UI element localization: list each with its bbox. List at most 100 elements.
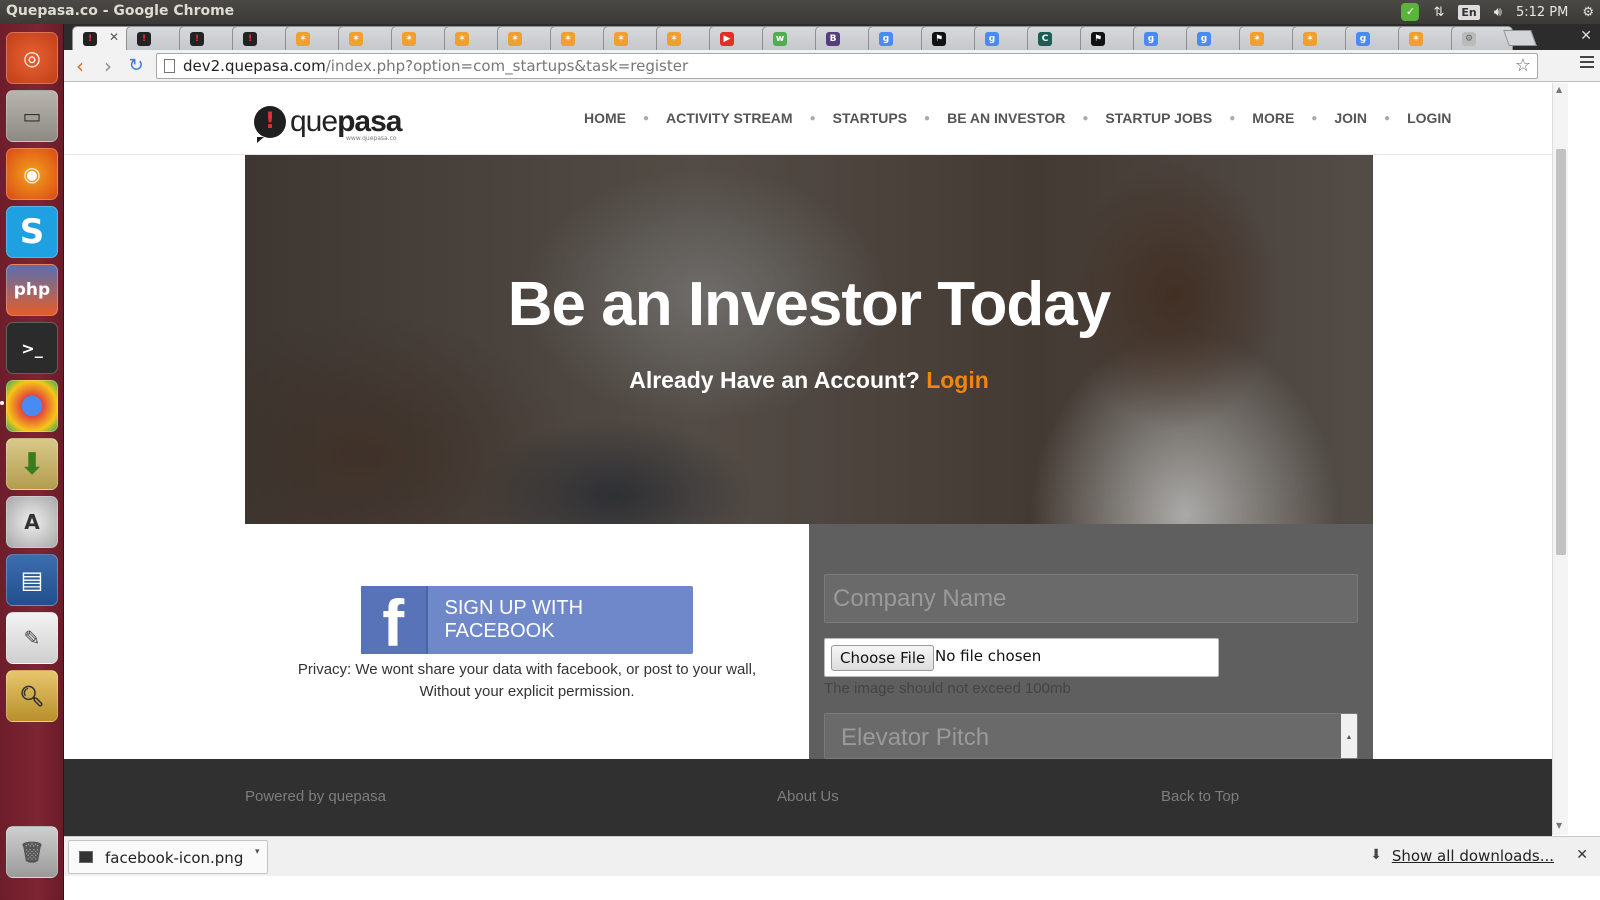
chrome-icon[interactable] <box>6 380 58 432</box>
volume-icon[interactable]: 🔊︎ <box>1494 5 1502 20</box>
trash-icon[interactable]: 🗑︎ <box>6 826 58 878</box>
settings-gear-icon[interactable]: ⚙ <box>1582 5 1594 20</box>
phpstorm-icon[interactable]: php <box>6 264 58 316</box>
nav-separator: ● <box>924 112 931 124</box>
nav-startup-jobs[interactable]: STARTUP JOBS <box>1105 110 1212 126</box>
download-item[interactable]: facebook-icon.png ▾ <box>68 840 268 874</box>
privacy-note: Privacy: We wont share your data with fa… <box>297 661 757 700</box>
quepasa-favicon: ! <box>83 31 97 46</box>
clock[interactable]: 5:12 PM <box>1516 5 1568 20</box>
document-viewer-icon[interactable]: ▤ <box>6 554 58 606</box>
about-us-link[interactable]: About Us <box>777 788 839 805</box>
scroll-thumb[interactable] <box>1556 149 1566 555</box>
close-tab-icon[interactable]: ✕ <box>109 30 119 44</box>
nav-be-an-investor[interactable]: BE AN INVESTOR <box>947 110 1065 126</box>
account-prompt: Already Have an Account? <box>629 367 920 393</box>
software-updater-icon[interactable]: A <box>6 496 58 548</box>
nav-separator: ● <box>643 112 650 124</box>
joomla-favicon: ✶ <box>1409 31 1423 46</box>
system-top-panel: Quepasa.co - Google Chrome ✓ ⇅ En 🔊︎ 5:1… <box>0 0 1600 24</box>
download-file-name: facebook-icon.png <box>105 849 244 867</box>
page-viewport: ! quepasa www.quepasa.co HOME ● ACTIVITY … <box>64 83 1600 860</box>
hero-title: Be an Investor Today <box>507 270 1111 339</box>
youtube-favicon: ▶ <box>720 31 734 46</box>
terminal-icon[interactable]: >_ <box>6 322 58 374</box>
update-indicator-icon[interactable]: ✓ <box>1401 3 1420 21</box>
nav-activity-stream[interactable]: ACTIVITY STREAM <box>666 110 793 126</box>
scroll-down-arrow-icon[interactable]: ▼ <box>1556 821 1562 830</box>
joomla-favicon: ✶ <box>455 31 469 46</box>
show-all-downloads-link[interactable]: Show all downloads... <box>1392 847 1554 865</box>
bootstrap-favicon: B <box>826 31 840 46</box>
settings-favicon: ⚙ <box>1462 31 1476 46</box>
skype-icon[interactable]: S <box>6 206 58 258</box>
nav-separator: ● <box>1082 112 1089 124</box>
google-favicon: g <box>1197 31 1211 46</box>
social-signup-panel: f SIGN UP WITH FACEBOOK Privacy: We wont… <box>245 524 809 759</box>
elevator-pitch-textarea[interactable]: Elevator Pitch ▲▼ <box>824 713 1358 759</box>
page-scrollbar[interactable]: ▲ ▼ <box>1552 83 1568 835</box>
hero-login-link[interactable]: Login <box>926 367 989 393</box>
image-viewer-icon[interactable]: 🔍︎ <box>6 670 58 722</box>
chrome-menu-icon[interactable] <box>1580 56 1594 71</box>
files-icon[interactable]: ▭ <box>6 90 58 142</box>
window-close-icon[interactable]: ✕ <box>1580 28 1592 44</box>
tab-active[interactable]: ! ✕ <box>72 26 134 50</box>
url-host: dev2.quepasa.com <box>183 57 326 75</box>
browser-window: ! ✕ ! ! ! ✶ ✶ ✶ ✶ ✶ ✶ ✶ ✶ ▶ w B g ⚑ g C ⚑… <box>64 24 1600 900</box>
cg-favicon: C <box>1038 31 1052 46</box>
logo-file-input[interactable]: Choose File No file chosen <box>824 638 1219 677</box>
scroll-up-arrow-icon[interactable]: ▲ <box>1556 85 1562 94</box>
downloads-bar: facebook-icon.png ▾ ⬇ Show all downloads… <box>64 836 1600 876</box>
new-tab-button[interactable] <box>1503 30 1537 46</box>
download-arrow-icon: ⬇ <box>1370 847 1382 863</box>
forward-arrow-icon[interactable]: › <box>96 54 120 78</box>
download-menu-caret-icon[interactable]: ▾ <box>255 847 260 857</box>
quepasa-logo[interactable]: ! quepasa www.quepasa.co <box>254 105 402 143</box>
w3-favicon: w <box>773 31 787 46</box>
address-bar[interactable]: dev2.quepasa.com/index.php?option=com_st… <box>156 53 1538 79</box>
joomla-favicon: ✶ <box>1250 31 1264 46</box>
tab-strip: ! ✕ ! ! ! ✶ ✶ ✶ ✶ ✶ ✶ ✶ ✶ ▶ w B g ⚑ g C ⚑… <box>64 24 1600 50</box>
nav-separator: ● <box>1311 112 1318 124</box>
nav-separator: ● <box>809 112 816 124</box>
main-nav: HOME ● ACTIVITY STREAM ● STARTUPS ● BE AN I… <box>584 110 1451 126</box>
logo-bubble-icon: ! <box>254 106 286 143</box>
hero-subtitle: Already Have an Account? Login <box>245 367 1373 394</box>
joomla-favicon: ✶ <box>349 31 363 46</box>
nav-join[interactable]: JOIN <box>1334 110 1367 126</box>
quepasa-favicon: ! <box>137 31 151 46</box>
logo-wordmark: quepasa <box>290 105 402 138</box>
back-arrow-icon[interactable]: ‹ <box>68 54 92 78</box>
joomla-favicon: ✶ <box>561 31 575 46</box>
firefox-icon[interactable]: ◉ <box>6 148 58 200</box>
close-downloads-bar-icon[interactable]: ✕ <box>1576 847 1588 863</box>
nav-startups[interactable]: STARTUPS <box>833 110 907 126</box>
joomla-favicon: ✶ <box>1303 31 1317 46</box>
nav-login[interactable]: LOGIN <box>1407 110 1451 126</box>
facebook-icon: f <box>361 586 428 656</box>
file-size-hint: The image should not exceed 100mb <box>824 680 1071 697</box>
ubuntu-dash-icon[interactable]: ◎ <box>6 32 58 84</box>
bookmark-star-icon[interactable]: ☆ <box>1515 54 1531 78</box>
textarea-scrollbar[interactable]: ▲▼ <box>1341 714 1357 758</box>
network-icon[interactable]: ⇅ <box>1433 5 1444 20</box>
keyboard-language-indicator[interactable]: En <box>1458 4 1480 20</box>
choose-file-button[interactable]: Choose File <box>831 645 935 671</box>
text-editor-icon[interactable]: ✎ <box>6 612 58 664</box>
logo-tagline: www.quepasa.co <box>346 135 397 142</box>
file-icon <box>79 851 93 863</box>
google-favicon: g <box>1356 31 1370 46</box>
quepasa-favicon: ! <box>190 31 204 46</box>
back-to-top-link[interactable]: Back to Top <box>1161 788 1239 805</box>
nav-more[interactable]: MORE <box>1252 110 1294 126</box>
nav-home[interactable]: HOME <box>584 110 626 126</box>
powered-by-link[interactable]: Powered by quepasa <box>245 788 386 805</box>
facebook-signup-button[interactable]: f SIGN UP WITH FACEBOOK <box>361 586 693 656</box>
company-name-input[interactable]: Company Name <box>824 574 1358 623</box>
nav-separator: ● <box>1229 112 1236 124</box>
file-status: No file chosen <box>935 647 1042 665</box>
downloads-folder-icon[interactable]: ⬇ <box>6 438 58 490</box>
joomla-favicon: ✶ <box>296 31 310 46</box>
reload-icon[interactable]: ↻ <box>124 54 148 78</box>
